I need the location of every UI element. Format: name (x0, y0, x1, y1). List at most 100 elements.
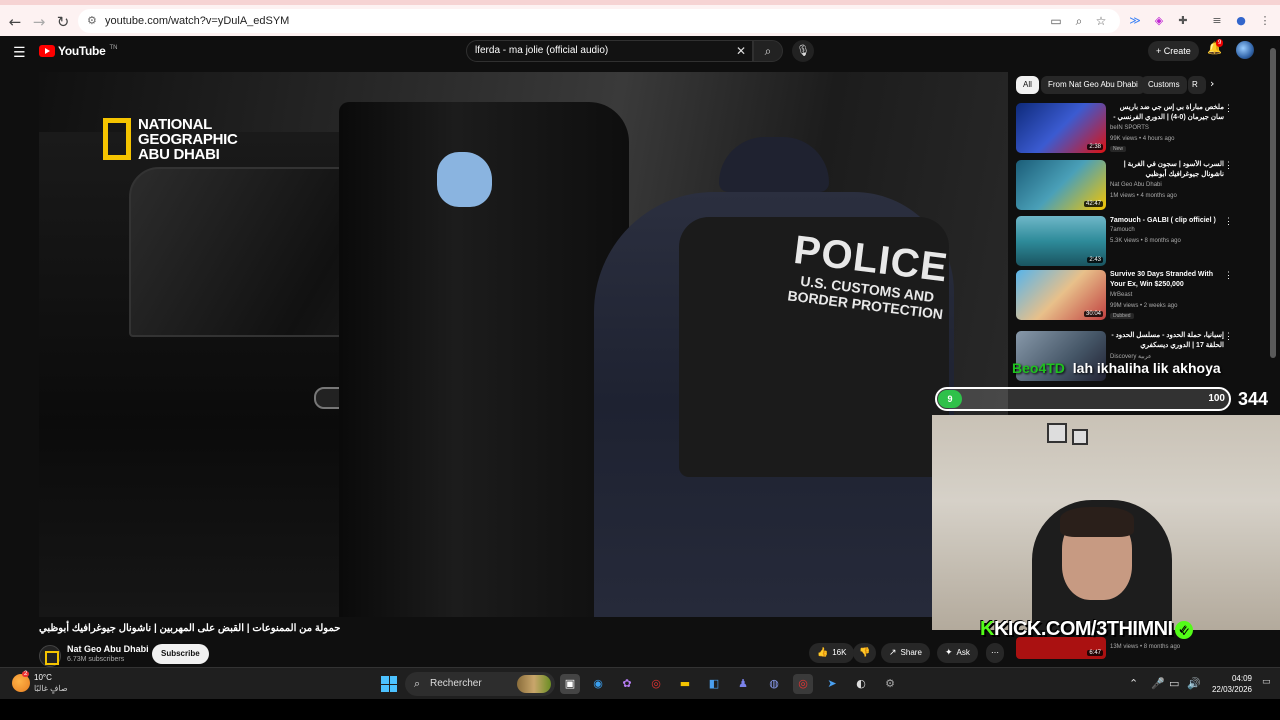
rec-more-icon[interactable]: ⋮ (1224, 216, 1233, 227)
voice-search-icon[interactable]: 🎙 (792, 40, 814, 62)
obs-icon[interactable]: ◐ (851, 674, 871, 694)
file-explorer-icon[interactable]: ▬ (675, 674, 695, 694)
rec-title[interactable]: ملخص مباراة بي إس جي ضد باريس سان جيرمان… (1110, 103, 1224, 123)
ask-button[interactable]: ✦ Ask (937, 643, 978, 663)
like-button[interactable]: 👍 16K (809, 643, 855, 663)
rec-channel[interactable]: 7amouch (1110, 227, 1135, 233)
clock-time: 04:09 (1231, 674, 1252, 683)
rec-thumbnail[interactable]: 2:43 (1016, 216, 1106, 266)
back-arrow-icon[interactable]: ← (4, 11, 26, 33)
edge-icon[interactable]: ◉ (588, 674, 608, 694)
chip-next-chevron-icon[interactable]: › (1210, 77, 1214, 90)
channel-name[interactable]: Nat Geo Abu Dhabi (67, 644, 149, 654)
thumbs-up-icon: 👍 (817, 648, 829, 658)
teams-icon[interactable]: ♟ (733, 674, 753, 694)
search-input[interactable]: lferda - ma jolie (official audio) ✕ (466, 40, 753, 62)
chat-username: Beo4TD (1012, 360, 1065, 376)
video-player[interactable]: POLICE U.S. CUSTOMS AND BORDER PROTECTIO… (39, 72, 1008, 617)
natgeo-line1: NATIONAL (138, 116, 212, 133)
sidebar-scrollbar[interactable] (1270, 48, 1276, 358)
video-title: حمولة من الممنوعات | القبض على المهربين … (39, 623, 341, 634)
share-button[interactable]: ↗ Share (881, 643, 930, 663)
rec-thumbnail[interactable]: 2:38 (1016, 103, 1106, 153)
rec-meta: 13M views • 8 months ago (1110, 644, 1181, 650)
notification-center-icon[interactable]: ▭ (1262, 677, 1271, 687)
rec-thumbnail[interactable]: 30:04 (1016, 270, 1106, 320)
create-label: Create (1163, 46, 1191, 56)
rec-duration: 30:04 (1083, 311, 1103, 317)
extensions-puzzle-icon[interactable]: ✚ (1174, 12, 1192, 30)
extension-shield-icon[interactable]: ◈ (1150, 12, 1168, 30)
video-glove (437, 152, 492, 207)
rec-more-icon[interactable]: ⋮ (1224, 331, 1233, 342)
recommendation-item[interactable]: 30:04 Survive 30 Days Stranded With Your… (1016, 270, 1256, 322)
copilot-icon[interactable]: ✿ (617, 674, 637, 694)
rec-more-icon[interactable]: ⋮ (1224, 270, 1233, 281)
rec-more-icon[interactable]: ⋮ (1224, 103, 1233, 114)
screen-bottom-border (0, 699, 1280, 720)
site-info-icon[interactable]: ⚙ (87, 9, 97, 33)
search-icon: ⌕ (414, 677, 421, 690)
chip-more[interactable]: R (1188, 76, 1206, 94)
chip-customs[interactable]: Customs (1141, 76, 1187, 94)
browser-menu-icon[interactable]: ⋮ (1256, 12, 1274, 30)
recommendation-item[interactable]: 2:38 ملخص مباراة بي إس جي ضد باريس سان ج… (1016, 103, 1256, 155)
natgeo-watermark: NATIONAL GEOGRAPHIC ABU DHABI (138, 117, 238, 162)
channel-avatar[interactable] (39, 645, 61, 667)
profile-icon[interactable]: ● (1232, 12, 1250, 30)
webcam-overlay (932, 415, 1280, 630)
hamburger-menu-icon[interactable]: ☰ (13, 45, 26, 61)
rec-title[interactable]: Survive 30 Days Stranded With Your Ex, W… (1110, 270, 1224, 290)
reading-list-icon[interactable]: ≡ (1208, 12, 1226, 30)
settings-gear-icon[interactable]: ⚙ (880, 674, 900, 694)
chrome-active-icon[interactable]: ◎ (793, 674, 813, 694)
network-icon[interactable]: ▭ (1169, 677, 1179, 690)
subscribe-button[interactable]: Subscribe (152, 644, 209, 664)
account-avatar[interactable] (1236, 41, 1254, 59)
taskbar-search-input[interactable]: ⌕ Rechercher (405, 672, 555, 696)
rec-duration: 2:43 (1087, 257, 1103, 263)
extension-icon[interactable]: ≫ (1126, 12, 1144, 30)
taskbar-clock[interactable]: 04:09 22/03/2026 (1208, 673, 1252, 695)
youtube-logo[interactable]: YouTube TN (39, 44, 117, 58)
steam-icon[interactable]: ➤ (822, 674, 842, 694)
zoom-icon[interactable]: ⌕ (1071, 13, 1087, 29)
tray-chevron-up-icon[interactable]: ⌃ (1129, 677, 1138, 690)
rec-channel[interactable]: Discovery عربية (1110, 353, 1152, 360)
bookmark-star-icon[interactable]: ☆ (1093, 13, 1109, 29)
cast-icon[interactable]: ▭ (1048, 13, 1064, 29)
rec-title[interactable]: إسبانيا، حملة الحدود - مسلسل الحدود - ال… (1110, 331, 1224, 351)
youtube-logo-text: YouTube (58, 44, 106, 58)
weather-temperature[interactable]: 10°C (34, 673, 52, 682)
microphone-icon[interactable]: 🎤 (1151, 677, 1165, 690)
create-button[interactable]: + Create (1148, 41, 1199, 61)
recommendation-item[interactable]: 2:43 7amouch - GALBI ( clip officiel ) 7… (1016, 216, 1256, 268)
rec-thumbnail[interactable]: 42:47 (1016, 160, 1106, 210)
ask-label: Ask (956, 648, 970, 657)
more-actions-button[interactable]: ⋯ (986, 643, 1004, 663)
clear-search-icon[interactable]: ✕ (736, 41, 746, 61)
rec-more-icon[interactable]: ⋮ (1224, 160, 1233, 171)
chrome-icon[interactable]: ◎ (646, 674, 666, 694)
discord-icon[interactable]: ◍ (764, 674, 784, 694)
rec-channel[interactable]: beIN SPORTS (1110, 125, 1149, 131)
rec-channel[interactable]: MrBeast (1110, 292, 1132, 298)
rec-duration: 6:47 (1087, 650, 1103, 656)
task-view-icon[interactable]: ▣ (560, 674, 580, 694)
volume-icon[interactable]: 🔊 (1187, 677, 1201, 690)
dislike-button[interactable]: 👎 (853, 643, 877, 663)
windows-start-icon[interactable] (381, 676, 397, 692)
rec-title[interactable]: 7amouch - GALBI ( clip officiel ) (1110, 216, 1224, 226)
rec-badge: New (1110, 146, 1127, 152)
rec-title[interactable]: السرب الأسود | سجون في الغربة | ناشونال … (1110, 160, 1224, 180)
search-button[interactable]: ⌕ (753, 40, 783, 62)
chip-from-channel[interactable]: From Nat Geo Abu Dhabi (1041, 76, 1145, 94)
forward-arrow-icon[interactable]: → (28, 11, 50, 33)
store-icon[interactable]: ◧ (704, 674, 724, 694)
address-bar[interactable]: ⚙ youtube.com/watch?v=yDulA_edSYM ▭ ⌕ ☆ (78, 9, 1120, 33)
reload-icon[interactable]: ↻ (52, 11, 74, 33)
rec-meta: 1M views • 4 months ago (1110, 193, 1177, 199)
chip-all[interactable]: All (1016, 76, 1039, 94)
rec-channel[interactable]: Nat Geo Abu Dhabi (1110, 182, 1162, 188)
recommendation-item[interactable]: 42:47 السرب الأسود | سجون في الغربة | نا… (1016, 160, 1256, 212)
